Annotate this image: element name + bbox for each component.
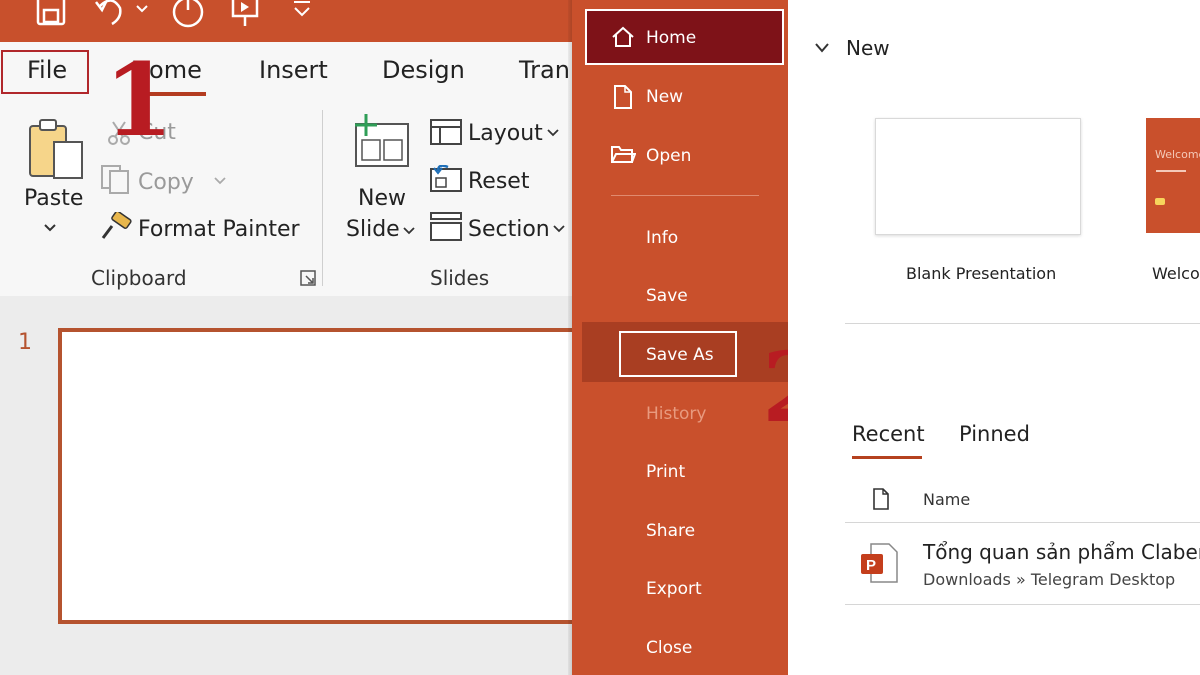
autosave-icon[interactable] [170,0,206,30]
blank-presentation-thumbnail[interactable] [875,118,1081,235]
new-slide-button-line1[interactable]: New [358,186,406,211]
tab-insert[interactable]: Insert [259,56,328,84]
welcome-thumb-logo [1155,198,1165,205]
nav-save[interactable]: Save [646,286,688,306]
tab-design[interactable]: Design [382,56,465,84]
tab-recent[interactable]: Recent [852,422,925,446]
welcome-template-label[interactable]: Welco [1152,264,1200,283]
nav-print[interactable]: Print [646,462,685,482]
section-divider [845,323,1200,324]
nav-info[interactable]: Info [646,228,678,248]
section-button[interactable]: Section [468,217,550,242]
recent-tab-underline [852,456,922,459]
new-slide-button-line2[interactable]: Slide [346,217,400,242]
welcome-thumb-line [1156,170,1186,172]
dialog-launcher-icon[interactable] [300,270,316,286]
nav-close[interactable]: Close [646,638,692,658]
save-icon[interactable] [34,0,68,30]
nav-share[interactable]: Share [646,521,695,541]
reset-icon [430,165,462,193]
recent-file-name: Tổng quan sản phẩm Claber [923,540,1200,564]
slides-group-label: Slides [430,266,490,290]
dropdown-caret-icon[interactable] [134,0,150,30]
name-column-header[interactable]: Name [923,490,970,509]
powerpoint-window: File Home Insert Design Tran Paste Cut C… [0,0,572,675]
nav-new[interactable]: New [646,87,683,107]
step-1-annotation: 1 [104,41,174,159]
new-slide-dropdown-icon[interactable] [402,226,416,236]
nav-save-as[interactable]: Save As [646,345,714,365]
slide-number: 1 [18,330,32,355]
copy-dropdown-icon[interactable] [213,176,227,186]
copy-icon [100,164,132,194]
quick-access-toolbar [0,0,572,42]
collapse-new-icon[interactable] [814,42,830,54]
copy-button[interactable]: Copy [138,170,194,195]
header-divider [845,522,1200,523]
paste-dropdown-icon[interactable] [42,222,58,234]
tab-pinned[interactable]: Pinned [959,422,1030,446]
slide-thumbnail[interactable] [58,328,572,624]
recent-file-row[interactable]: P Tổng quan sản phẩm Claber Downloads » … [845,530,1200,604]
home-icon-overlay [611,26,635,48]
nav-export[interactable]: Export [646,579,702,599]
svg-text:P: P [866,557,876,574]
start-panel: New Blank Presentation Welcome Welco Rec… [788,0,1200,675]
layout-button[interactable]: Layout [468,121,543,146]
nav-separator [611,195,759,196]
present-icon[interactable] [228,0,262,30]
section-icon [430,212,462,242]
nav-history[interactable]: History [646,404,706,424]
recent-file-path: Downloads » Telegram Desktop [923,570,1176,589]
blank-presentation-label[interactable]: Blank Presentation [906,264,1056,283]
undo-icon[interactable] [92,0,126,30]
format-painter-icon [100,212,132,242]
paste-button[interactable]: Paste [24,186,83,211]
clipboard-group-label: Clipboard [91,266,187,290]
section-dropdown-icon[interactable] [552,224,566,234]
reset-button[interactable]: Reset [468,169,529,194]
layout-dropdown-icon[interactable] [546,128,560,138]
open-folder-icon [610,144,636,164]
tab-transitions[interactable]: Tran [519,56,570,84]
nav-home[interactable]: Home [646,28,696,48]
group-separator [322,110,323,286]
file-tab-highlight [1,50,89,94]
powerpoint-file-icon: P [859,542,899,584]
ribbon-home: Paste Cut Copy Format Painter Clipboard [0,100,572,297]
row-divider [845,604,1200,605]
layout-icon [430,118,462,146]
new-section-heading: New [846,36,890,60]
format-painter-button[interactable]: Format Painter [138,217,300,242]
new-slide-icon[interactable] [350,114,412,170]
file-column-icon [872,488,890,510]
new-document-icon [613,84,633,110]
nav-open[interactable]: Open [646,146,691,166]
welcome-template-thumbnail[interactable]: Welcome [1146,118,1200,233]
customize-qat-icon[interactable] [290,0,314,30]
welcome-thumb-text: Welcome [1155,148,1200,161]
paste-icon[interactable] [26,118,86,180]
